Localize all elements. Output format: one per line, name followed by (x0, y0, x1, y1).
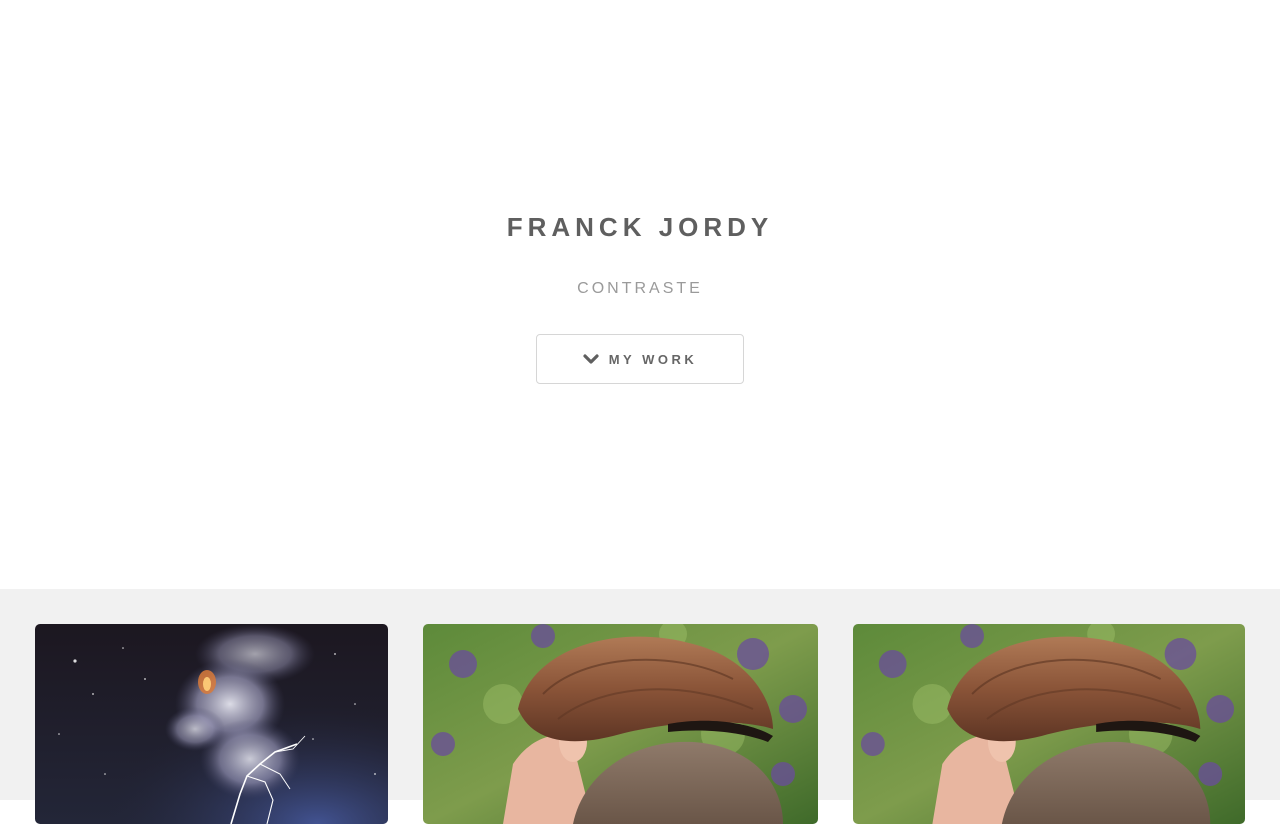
lightning-volcano-photo (35, 624, 388, 824)
page-title: FRANCK JORDY (506, 212, 774, 242)
gallery-item-snail-2[interactable] (853, 624, 1245, 824)
page-subtitle: CONTRASTE (577, 280, 703, 297)
snail-photo (853, 624, 1245, 824)
gallery-section (0, 589, 1280, 824)
my-work-button[interactable]: MY WORK (536, 334, 744, 384)
my-work-label: MY WORK (608, 351, 698, 367)
chevron-down-icon (583, 354, 599, 364)
gallery-item-lightning[interactable] (35, 624, 388, 824)
gallery-item-snail[interactable] (423, 624, 818, 824)
hero-section: FRANCK JORDY CONTRASTE MY WORK (0, 0, 1280, 589)
snail-photo (423, 624, 818, 824)
